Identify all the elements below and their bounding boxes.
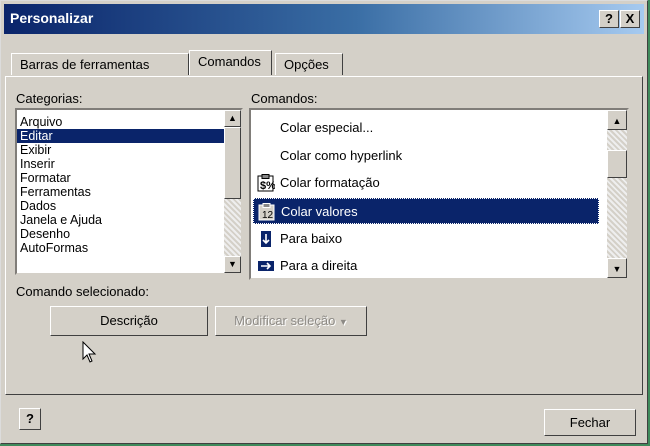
close-button[interactable]: Fechar	[544, 409, 636, 436]
fill-right-icon	[257, 257, 275, 275]
customize-dialog: Personalizar ? X Barras de ferramentas C…	[0, 0, 648, 444]
command-item-para-direita[interactable]: Para a direita	[253, 253, 599, 278]
modify-selection-button[interactable]: Modificar seleção ▼	[215, 306, 367, 336]
tab-commands[interactable]: Comandos	[189, 50, 272, 75]
tab-toolbars[interactable]: Barras de ferramentas	[11, 53, 189, 75]
close-title-button[interactable]: X	[620, 10, 640, 28]
command-item-colar-valores[interactable]: 12 Colar valores	[253, 198, 599, 224]
help-icon: ?	[26, 411, 34, 426]
category-item[interactable]: Arquivo	[17, 115, 241, 129]
category-item[interactable]: Ferramentas	[17, 185, 241, 199]
categories-list: Arquivo Editar Exibir Inserir Formatar F…	[17, 110, 241, 255]
category-item[interactable]: AutoFormas	[17, 241, 241, 255]
scroll-up-arrow-icon[interactable]: ▲	[607, 110, 627, 130]
command-item-para-baixo[interactable]: Para baixo	[253, 226, 599, 252]
commands-listbox[interactable]: Colar especial... Colar como hyperlink $…	[249, 108, 629, 280]
paste-values-icon: 12	[258, 203, 276, 221]
category-item[interactable]: Formatar	[17, 171, 241, 185]
category-item[interactable]: Inserir	[17, 157, 241, 171]
tab-panel-commands: Categorias: Arquivo Editar Exibir Inseri…	[5, 76, 643, 395]
dropdown-arrow-icon: ▼	[338, 317, 348, 327]
mouse-cursor-icon	[82, 341, 97, 363]
scroll-down-arrow-icon[interactable]: ▼	[224, 256, 241, 273]
category-item[interactable]: Janela e Ajuda	[17, 213, 241, 227]
categories-label: Categorias:	[16, 91, 83, 106]
scroll-up-arrow-icon[interactable]: ▲	[224, 110, 241, 127]
fill-down-icon	[257, 230, 275, 248]
command-item-colar-especial[interactable]: Colar especial...	[253, 115, 599, 141]
svg-text:$%: $%	[260, 180, 275, 192]
category-item[interactable]: Desenho	[17, 227, 241, 241]
commands-label: Comandos:	[251, 91, 318, 106]
description-button[interactable]: Descrição	[50, 306, 208, 336]
scroll-down-arrow-icon[interactable]: ▼	[607, 258, 627, 278]
command-item-colar-formatacao[interactable]: $% Colar formatação	[253, 170, 599, 196]
tab-options[interactable]: Opções	[275, 53, 343, 75]
selected-command-label: Comando selecionado:	[16, 284, 149, 299]
commands-scrollbar[interactable]: ▲ ▼	[607, 110, 627, 278]
scroll-thumb[interactable]	[607, 150, 627, 178]
category-item-selected[interactable]: Editar	[17, 129, 241, 143]
categories-scrollbar[interactable]: ▲ ▼	[224, 110, 241, 273]
command-item-colar-hyperlink[interactable]: Colar como hyperlink	[253, 143, 599, 169]
title-bar[interactable]: Personalizar ? X	[4, 4, 644, 34]
category-item[interactable]: Dados	[17, 199, 241, 213]
help-button[interactable]: ?	[19, 408, 41, 430]
category-item[interactable]: Exibir	[17, 143, 241, 157]
paste-format-icon: $%	[257, 174, 276, 192]
categories-listbox[interactable]: Arquivo Editar Exibir Inserir Formatar F…	[15, 108, 243, 275]
window-title: Personalizar	[10, 10, 94, 26]
svg-text:12: 12	[262, 210, 274, 221]
help-title-button[interactable]: ?	[599, 10, 619, 28]
scroll-thumb[interactable]	[224, 127, 241, 199]
